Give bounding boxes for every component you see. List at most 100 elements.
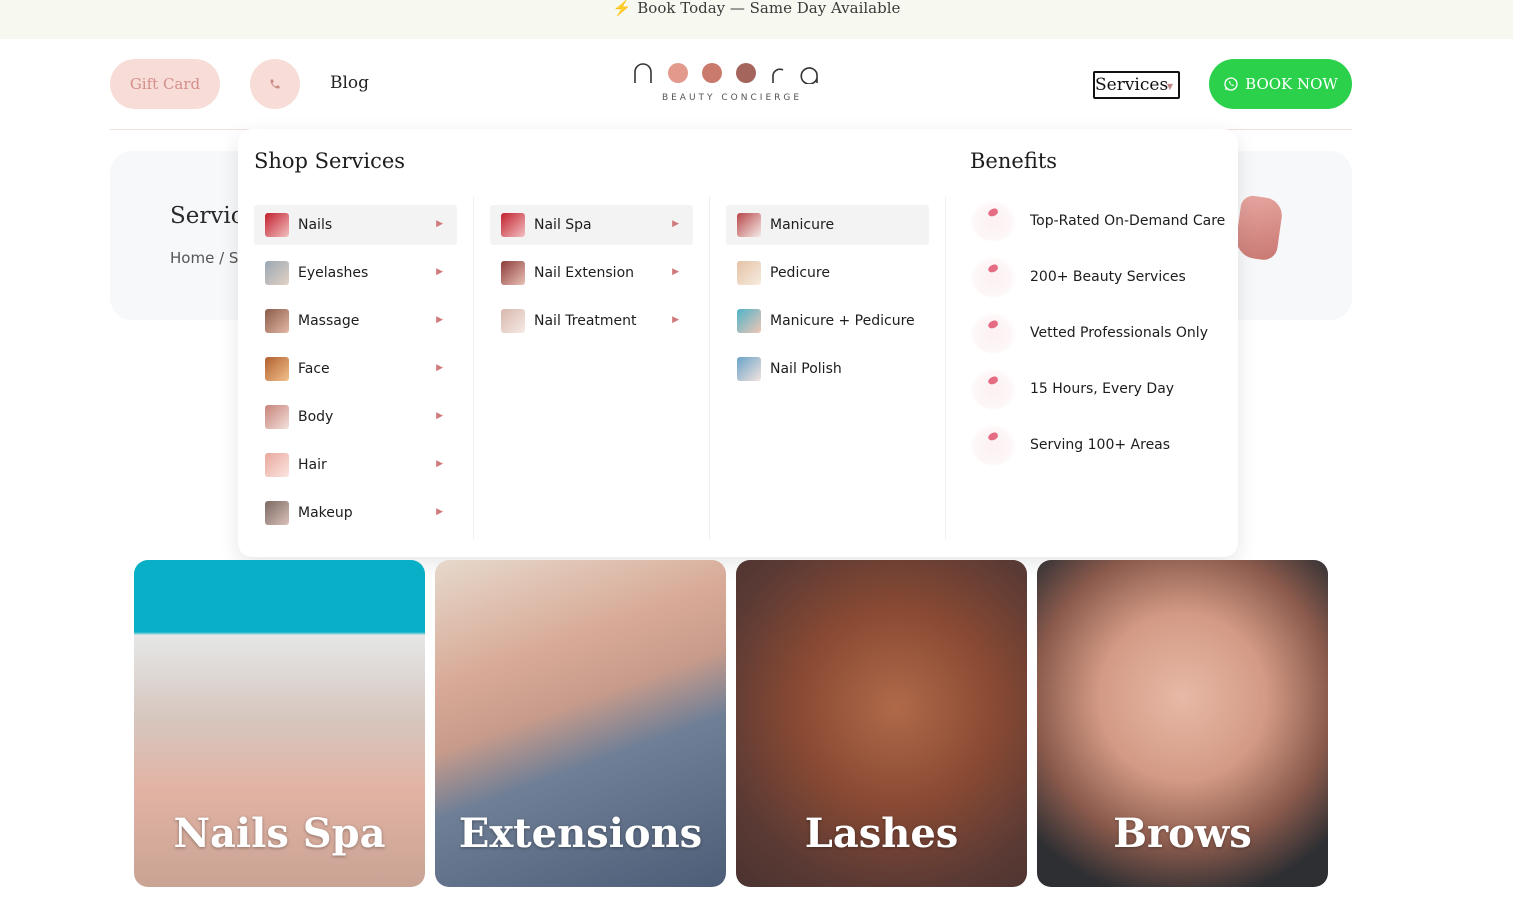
chevron-right-icon: ▶ (436, 507, 443, 517)
tile-label: Nails Spa (173, 810, 386, 857)
service-label: Manicure + Pedicure (770, 313, 915, 329)
logo-letter-n (634, 63, 652, 83)
tile-extensions[interactable]: Extensions (435, 560, 726, 887)
shop-services-heading: Shop Services (254, 149, 406, 173)
category-item-hair[interactable]: Hair ▶ (254, 445, 457, 485)
benefit-item: 200+ Beauty Services (970, 257, 1240, 297)
services-dropdown[interactable]: Services ▼ (1093, 71, 1180, 99)
phone-icon (270, 79, 280, 89)
category-label: Nails (298, 217, 333, 233)
category-label: Eyelashes (298, 265, 369, 281)
benefit-item: Top-Rated On-Demand Care (970, 201, 1240, 241)
pedicure-thumbnail (737, 261, 761, 285)
service-label: Manicure (770, 217, 835, 233)
manicure-pedicure-thumbnail (737, 309, 761, 333)
chevron-right-icon: ▶ (436, 267, 443, 277)
service-item-manicure[interactable]: Manicure (726, 205, 929, 245)
category-column: Nails ▶ Eyelashes ▶ Massage ▶ Face ▶ Bod… (238, 197, 474, 539)
nail-spa-thumbnail (501, 213, 525, 237)
decorative-swatch (1233, 194, 1285, 262)
lipstick-icon (970, 313, 1016, 353)
benefit-text: 200+ Beauty Services (1030, 269, 1186, 285)
logo-dot-1 (668, 63, 688, 83)
tile-brows[interactable]: Brows (1037, 560, 1328, 887)
services-dropdown-label: Services (1095, 75, 1169, 95)
benefit-item: Vetted Professionals Only (970, 313, 1240, 353)
manicure-thumbnail (737, 213, 761, 237)
book-now-button[interactable]: BOOK NOW (1209, 59, 1352, 109)
tile-nails-spa[interactable]: Nails Spa (134, 560, 425, 887)
subcategory-item-nail-extension[interactable]: Nail Extension ▶ (490, 253, 693, 293)
category-item-body[interactable]: Body ▶ (254, 397, 457, 437)
lipstick-icon (970, 201, 1016, 241)
logo-subtitle: BEAUTY CONCIERGE (661, 93, 803, 103)
lipstick-icon (970, 257, 1016, 297)
chevron-down-icon: ▼ (1166, 82, 1173, 91)
benefit-text: 15 Hours, Every Day (1030, 381, 1175, 397)
logo-letter-a (800, 67, 818, 84)
chevron-right-icon: ▶ (436, 411, 443, 421)
logo-dot-3 (736, 63, 756, 83)
category-item-makeup[interactable]: Makeup ▶ (254, 493, 457, 533)
logo-mark (632, 59, 832, 87)
tile-label: Extensions (458, 810, 703, 857)
subcategory-label: Nail Spa (534, 217, 592, 233)
benefit-item: Serving 100+ Areas (970, 425, 1240, 465)
nail-treatment-thumbnail (501, 309, 525, 333)
chevron-right-icon: ▶ (436, 363, 443, 373)
lightning-icon: ⚡ (612, 0, 632, 17)
benefit-text: Vetted Professionals Only (1030, 325, 1208, 341)
service-label: Pedicure (770, 265, 830, 281)
subcategory-item-nail-spa[interactable]: Nail Spa ▶ (490, 205, 693, 245)
body-thumbnail (265, 405, 289, 429)
chevron-right-icon: ▶ (436, 315, 443, 325)
service-item-manicure-pedicure[interactable]: Manicure + Pedicure (726, 301, 929, 341)
category-label: Massage (298, 313, 360, 329)
category-label: Makeup (298, 505, 353, 521)
book-now-label: BOOK NOW (1245, 75, 1338, 93)
blog-link[interactable]: Blog (330, 73, 369, 93)
services-mega-menu: Shop Services Benefits Nails ▶ Eyelashes… (238, 129, 1238, 557)
chevron-right-icon: ▶ (672, 315, 679, 325)
category-label: Hair (298, 457, 327, 473)
hair-thumbnail (265, 453, 289, 477)
subcategory-label: Nail Treatment (534, 313, 637, 329)
category-item-nails[interactable]: Nails ▶ (254, 205, 457, 245)
lipstick-icon (970, 369, 1016, 409)
category-item-face[interactable]: Face ▶ (254, 349, 457, 389)
eyelashes-thumbnail (265, 261, 289, 285)
nail-extension-thumbnail (501, 261, 525, 285)
chevron-right-icon: ▶ (672, 267, 679, 277)
subcategory-item-nail-treatment[interactable]: Nail Treatment ▶ (490, 301, 693, 341)
tile-label: Brows (1113, 810, 1252, 857)
category-label: Face (298, 361, 330, 377)
lipstick-icon (970, 425, 1016, 465)
benefit-item: 15 Hours, Every Day (970, 369, 1240, 409)
nail-polish-thumbnail (737, 357, 761, 381)
service-column: Manicure Pedicure Manicure + Pedicure Na… (710, 197, 946, 539)
service-label: Nail Polish (770, 361, 842, 377)
face-thumbnail (265, 357, 289, 381)
announcement-content: ⚡ Book Today — Same Day Available (613, 0, 901, 17)
service-item-nail-polish[interactable]: Nail Polish (726, 349, 929, 389)
makeup-thumbnail (265, 501, 289, 525)
tile-label: Lashes (804, 810, 959, 857)
tile-lashes[interactable]: Lashes (736, 560, 1027, 887)
benefit-text: Serving 100+ Areas (1030, 437, 1171, 453)
benefit-text: Top-Rated On-Demand Care (1030, 213, 1226, 229)
service-item-pedicure[interactable]: Pedicure (726, 253, 929, 293)
phone-button[interactable] (250, 59, 300, 109)
chevron-right-icon: ▶ (436, 219, 443, 229)
logo-letter-r (772, 68, 784, 83)
category-item-massage[interactable]: Massage ▶ (254, 301, 457, 341)
nails-thumbnail (265, 213, 289, 237)
subcategory-column: Nail Spa ▶ Nail Extension ▶ Nail Treatme… (474, 197, 710, 539)
announcement-bar: ⚡ Book Today — Same Day Available (0, 0, 1513, 39)
logo[interactable]: BEAUTY CONCIERGE (632, 59, 832, 109)
gift-card-button[interactable]: Gift Card (110, 59, 220, 109)
benefits-heading: Benefits (970, 149, 1058, 173)
announcement-text: Book Today — Same Day Available (637, 0, 901, 17)
category-item-eyelashes[interactable]: Eyelashes ▶ (254, 253, 457, 293)
massage-thumbnail (265, 309, 289, 333)
logo-dot-2 (702, 63, 722, 83)
